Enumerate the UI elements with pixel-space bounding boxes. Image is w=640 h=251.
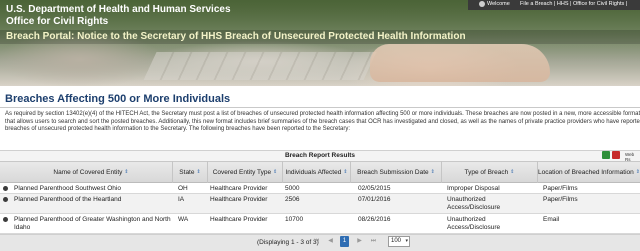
cell-location: Email — [543, 216, 560, 223]
sort-icon: ⇕ — [343, 168, 348, 175]
page-size-value: 100 — [391, 238, 402, 244]
col-header-label: Breach Submission Date — [357, 168, 429, 176]
divider — [0, 107, 640, 108]
cell-affected: 2506 — [285, 196, 300, 203]
cell-location: Paper/Films — [543, 185, 578, 192]
pager-summary: (Displaying 1 - 3 of 3) — [257, 239, 319, 246]
cell-affected: 10700 — [285, 216, 304, 223]
col-header-label: Type of Breach — [464, 168, 509, 176]
cell-entity-type: Healthcare Provider — [210, 216, 268, 223]
sort-icon: ⇕ — [196, 168, 201, 175]
cell-breach-type: Unauthorized Access/Disclosure — [447, 216, 501, 231]
welcome-label: Welcome — [487, 1, 510, 7]
cell-affected: 5000 — [285, 185, 300, 192]
cell-breach-type: Improper Disposal — [447, 185, 500, 192]
intro-paragraph: As required by section 13402(e)(4) of th… — [5, 111, 640, 133]
pdf-export-icon[interactable] — [612, 151, 620, 159]
user-icon — [479, 1, 485, 7]
cell-date: 08/26/2016 — [358, 216, 391, 223]
first-page-icon[interactable]: ⏮ — [312, 237, 321, 246]
cell-name: Planned Parenthood of Greater Washington… — [14, 216, 171, 231]
col-header-label: Individuals Affected — [285, 168, 342, 176]
chevron-down-icon: ▾ — [405, 238, 408, 244]
col-header-date[interactable]: Breach Submission Date ⇕ — [351, 161, 442, 183]
welcome-link[interactable]: Welcome — [479, 1, 510, 7]
expand-row-icon[interactable] — [3, 217, 8, 222]
last-page-icon[interactable]: ⏭ — [369, 237, 378, 246]
cell-state: OH — [178, 185, 188, 192]
cell-state: WA — [178, 216, 189, 223]
next-page-icon[interactable]: ▶ — [355, 237, 364, 246]
current-page-button[interactable]: 1 — [340, 236, 349, 247]
sort-icon: ⇕ — [510, 168, 515, 175]
col-header-affected[interactable]: Individuals Affected ⇕ — [283, 161, 351, 183]
expand-row-icon[interactable] — [3, 197, 8, 202]
csv-export-icon[interactable] — [602, 151, 610, 159]
col-header-state[interactable]: State ⇕ — [173, 161, 208, 183]
export-buttons — [602, 151, 620, 159]
col-header-entity-type[interactable]: Covered Entity Type ⇕ — [208, 161, 283, 183]
col-header-label: Location of Breached Information — [538, 168, 634, 176]
sort-icon: ⇕ — [273, 168, 278, 175]
cell-state: IA — [178, 196, 185, 203]
office-name: Office for Civil Rights — [6, 16, 109, 27]
col-header-name[interactable]: Name of Covered Entity ⇕ — [10, 161, 173, 183]
cell-location: Paper/Films — [543, 196, 578, 203]
keyboard-image — [143, 52, 377, 80]
top-nav-links[interactable]: File a Breach | HHS | Office for Civil R… — [520, 1, 627, 7]
cell-entity-type: Healthcare Provider — [210, 196, 268, 203]
prev-page-icon[interactable]: ◀ — [326, 237, 335, 246]
sort-icon: ⇕ — [430, 168, 435, 175]
cell-entity-type: Healthcare Provider — [210, 185, 268, 192]
col-header-label: State — [179, 168, 195, 176]
page-size-select[interactable]: 100 ▾ — [388, 236, 410, 247]
results-title: Breach Report Results — [284, 152, 356, 159]
sort-icon: ⇕ — [635, 168, 640, 175]
cell-date: 02/05/2015 — [358, 185, 391, 192]
col-header-location[interactable]: Location of Breached Information ⇕ — [538, 161, 640, 183]
sort-icon: ⇕ — [124, 168, 129, 175]
cell-name: Planned Parenthood of the Heartland — [14, 196, 122, 203]
col-header-label: Covered Entity Type — [212, 168, 272, 176]
col-header-breach-type[interactable]: Type of Breach ⇕ — [442, 161, 538, 183]
page-title: Breaches Affecting 500 or More Individua… — [5, 93, 231, 105]
cell-name: Planned Parenthood Southwest Ohio — [14, 185, 121, 192]
org-name: U.S. Department of Health and Human Serv… — [6, 4, 231, 15]
expand-row-icon[interactable] — [3, 186, 8, 191]
cell-breach-type: Unauthorized Access/Disclosure — [447, 196, 501, 211]
portal-title: Breach Portal: Notice to the Secretary o… — [6, 31, 466, 42]
hand-image — [370, 44, 550, 82]
cell-date: 07/01/2016 — [358, 196, 391, 203]
col-header-label: Name of Covered Entity — [53, 168, 123, 176]
